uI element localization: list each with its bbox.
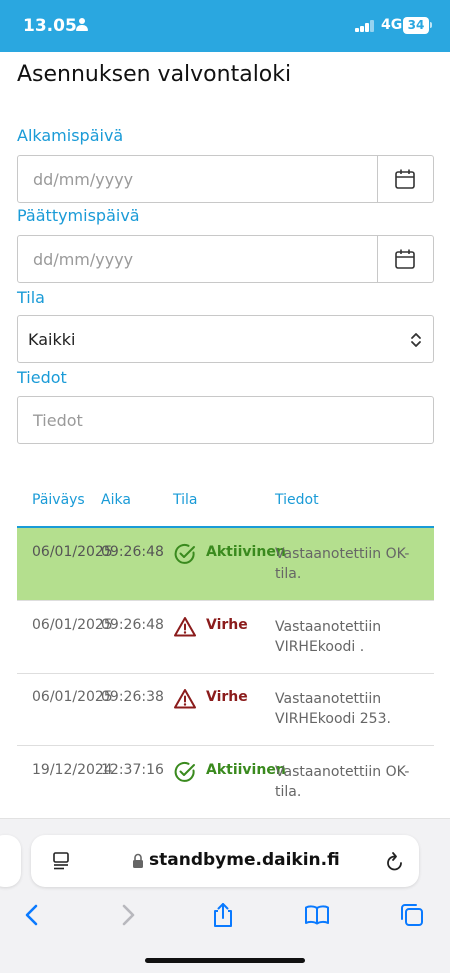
chevron-updown-icon	[411, 333, 421, 347]
url-text: standbyme.daikin.fi	[149, 850, 340, 870]
column-header-time[interactable]: Aika	[101, 492, 131, 508]
start-date-calendar-button[interactable]	[377, 156, 433, 202]
table-row[interactable]: 06/01/2025 09:26:38 Virhe Vastaanotettii…	[17, 673, 434, 746]
warning-triangle-icon	[174, 689, 196, 709]
back-icon[interactable]	[18, 901, 46, 929]
row-info: Vastaanotettiin OK- tila.	[275, 762, 425, 802]
network-type: 4G	[381, 17, 403, 33]
state-select[interactable]: Kaikki	[17, 315, 434, 363]
row-info-line2: tila.	[275, 566, 302, 582]
row-time: 09:26:38	[101, 689, 164, 705]
start-date-placeholder: dd/mm/yyyy	[33, 170, 134, 189]
reader-mode-icon[interactable]	[51, 851, 71, 871]
bookmarks-icon[interactable]	[303, 901, 331, 929]
home-indicator[interactable]	[145, 958, 305, 963]
calendar-icon	[395, 249, 415, 269]
table-header: Päiväys Aika Tila Tiedot	[17, 488, 434, 528]
address-bar[interactable]: standbyme.daikin.fi	[31, 835, 419, 887]
row-status-label: Virhe	[206, 617, 248, 633]
row-info-line2: VIRHEkoodi .	[275, 639, 365, 655]
browser-toolbar: standbyme.daikin.fi	[0, 818, 450, 973]
column-header-info[interactable]: Tiedot	[275, 492, 319, 508]
row-time: 09:26:48	[101, 544, 164, 560]
end-date-calendar-button[interactable]	[377, 236, 433, 282]
status-time: 13.05	[23, 16, 77, 36]
end-date-field[interactable]: dd/mm/yyyy	[17, 235, 434, 283]
page-title: Asennuksen valvontaloki	[17, 62, 292, 87]
info-input[interactable]: Tiedot	[17, 396, 434, 444]
battery-icon: 34	[403, 17, 429, 34]
start-date-label: Alkamispäivä	[17, 126, 124, 145]
row-info-line1: Vastaanotettiin OK-	[275, 546, 410, 562]
end-date-placeholder: dd/mm/yyyy	[33, 250, 134, 269]
row-info-line2: tila.	[275, 784, 302, 800]
row-info-line2: VIRHEkoodi 253.	[275, 711, 391, 727]
share-icon[interactable]	[209, 901, 237, 929]
row-info: Vastaanotettiin VIRHEkoodi .	[275, 617, 425, 657]
reload-icon[interactable]	[385, 850, 405, 872]
forward-icon[interactable]	[114, 901, 142, 929]
battery-tip	[430, 22, 432, 28]
person-icon	[76, 18, 88, 32]
row-info: Vastaanotettiin VIRHEkoodi 253.	[275, 689, 425, 729]
row-info: Vastaanotettiin OK- tila.	[275, 544, 425, 584]
state-select-value: Kaikki	[28, 330, 76, 349]
info-label: Tiedot	[17, 368, 67, 387]
column-header-state[interactable]: Tila	[173, 492, 197, 508]
signal-icon	[355, 20, 377, 32]
start-date-field[interactable]: dd/mm/yyyy	[17, 155, 434, 203]
table-row[interactable]: 06/01/2025 09:26:48 Aktiivinen Vastaanot…	[17, 528, 434, 601]
calendar-icon	[395, 169, 415, 189]
info-placeholder: Tiedot	[33, 411, 83, 430]
check-circle-icon	[174, 543, 195, 564]
row-time: 09:26:48	[101, 617, 164, 633]
state-label: Tila	[17, 288, 45, 307]
row-info-line1: Vastaanotettiin	[275, 691, 382, 707]
check-circle-icon	[174, 761, 195, 782]
row-status-label: Virhe	[206, 689, 248, 705]
lock-icon	[133, 853, 143, 868]
status-bar: 13.05 4G 34	[0, 0, 450, 52]
tabs-icon[interactable]	[398, 901, 426, 929]
row-time: 12:37:16	[101, 762, 164, 778]
row-status-label: Aktiivinen	[206, 544, 286, 560]
column-header-date[interactable]: Päiväys	[32, 492, 85, 508]
end-date-label: Päättymispäivä	[17, 206, 140, 225]
row-status-label: Aktiivinen	[206, 762, 286, 778]
previous-tab-preview[interactable]	[0, 835, 21, 887]
row-info-line1: Vastaanotettiin	[275, 619, 382, 635]
table-row[interactable]: 06/01/2025 09:26:48 Virhe Vastaanotettii…	[17, 601, 434, 674]
table-row[interactable]: 19/12/2024 12:37:16 Aktiivinen Vastaanot…	[17, 746, 434, 819]
warning-triangle-icon	[174, 617, 196, 637]
row-info-line1: Vastaanotettiin OK-	[275, 764, 410, 780]
